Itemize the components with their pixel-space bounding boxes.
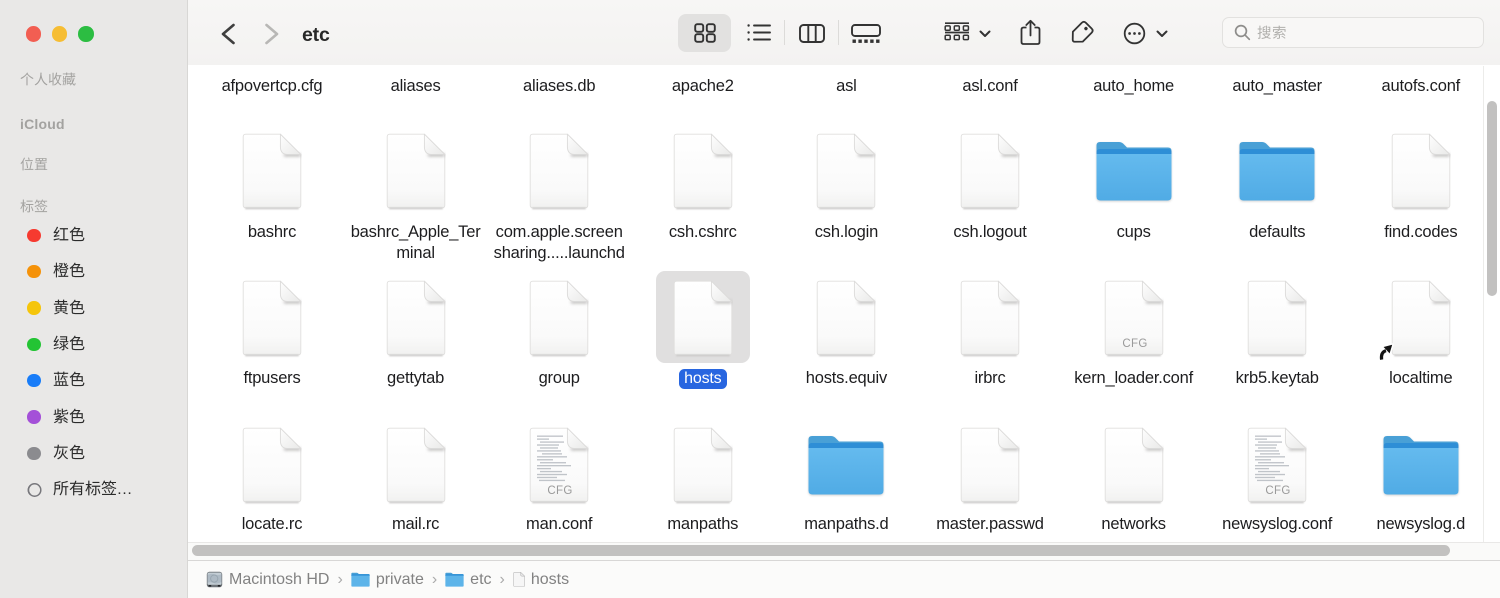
svg-text:CFG: CFG	[1122, 338, 1147, 350]
svg-text:CFG: CFG	[548, 485, 573, 497]
svg-text:CFG: CFG	[1266, 485, 1291, 497]
